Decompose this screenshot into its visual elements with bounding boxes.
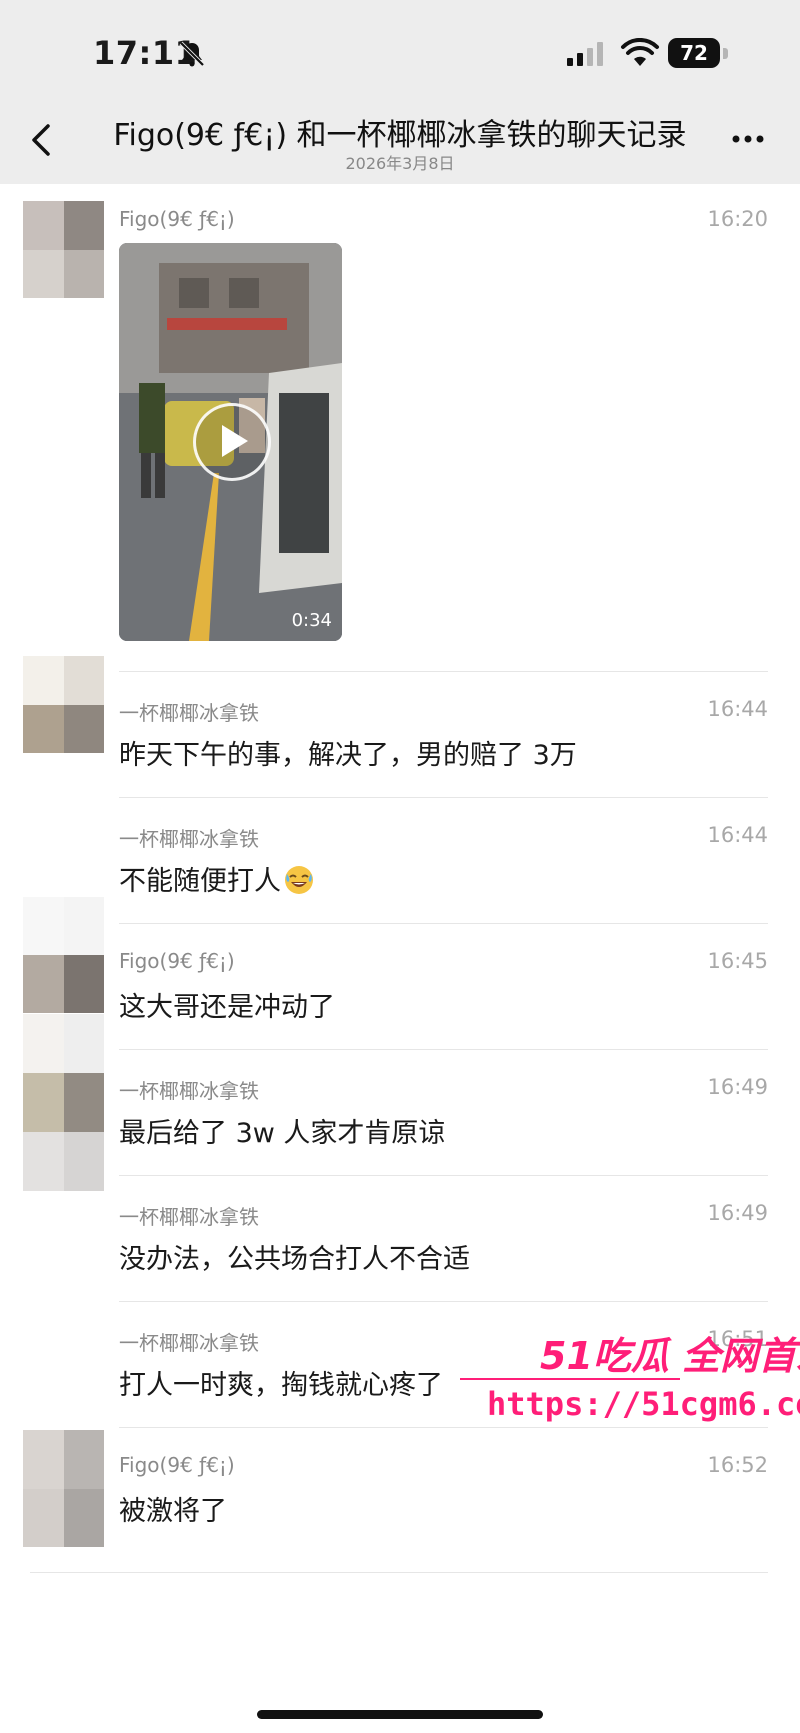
play-icon[interactable] [193, 403, 271, 481]
sender-name: Figo(9€ ƒ€¡) [119, 1453, 235, 1477]
watermark-brand: 51吃瓜 全网首发 [540, 1334, 800, 1378]
sender-name: 一杯椰椰冰拿铁 [119, 1331, 259, 1355]
avatar[interactable] [23, 656, 104, 753]
sender-name: 一杯椰椰冰拿铁 [119, 1079, 259, 1103]
message-text: 不能随便打人 [119, 859, 315, 898]
message-text: 被激将了 [119, 1496, 227, 1527]
divider [119, 1175, 768, 1176]
sender-name: 一杯椰椰冰拿铁 [119, 701, 259, 725]
video-duration: 0:34 [291, 610, 332, 631]
watermark-url: https://51cgm6.com [487, 1385, 800, 1423]
message-text: 昨天下午的事，解决了，男的赔了 3万 [119, 740, 577, 771]
avatar[interactable] [23, 1014, 104, 1191]
sender-name: Figo(9€ ƒ€¡) [119, 207, 235, 231]
battery-tip [723, 48, 728, 59]
message-text: 没办法，公共场合打人不合适 [119, 1244, 470, 1275]
message-text-content: 不能随便打人 [119, 866, 281, 897]
divider [119, 923, 768, 924]
page-date: 2026年3月8日 [345, 154, 455, 173]
chat-header: Figo(9€ ƒ€¡) 和一杯椰椰冰拿铁的聊天记录 2026年3月8日 [0, 100, 800, 184]
avatar[interactable] [23, 1430, 104, 1547]
divider [119, 1301, 768, 1302]
wifi-icon [621, 38, 659, 66]
page-title: Figo(9€ ƒ€¡) 和一杯椰椰冰拿铁的聊天记录 [113, 118, 687, 153]
message-time: 16:49 [707, 1201, 768, 1225]
video-message[interactable]: 0:34 [119, 243, 342, 641]
avatar[interactable] [23, 897, 104, 1013]
watermark-line [460, 1378, 680, 1380]
home-indicator[interactable] [257, 1710, 543, 1719]
divider [119, 1427, 768, 1428]
chevron-left-icon[interactable] [26, 118, 56, 162]
message-text: 打人一时爽，掏钱就心疼了 [119, 1370, 443, 1401]
message-text: 这大哥还是冲动了 [119, 992, 335, 1023]
bell-slash-icon [179, 41, 205, 67]
divider [119, 797, 768, 798]
battery-indicator: 72 [668, 38, 730, 70]
message-time: 16:20 [707, 207, 768, 231]
sender-name: 一杯椰椰冰拿铁 [119, 827, 259, 851]
sender-name: Figo(9€ ƒ€¡) [119, 949, 235, 973]
status-bar: 17:11 72 [0, 0, 800, 100]
divider [30, 1572, 768, 1573]
message-time: 16:49 [707, 1075, 768, 1099]
message-time: 16:45 [707, 949, 768, 973]
message-time: 16:52 [707, 1453, 768, 1477]
battery-level: 72 [668, 38, 720, 68]
avatar[interactable] [23, 201, 104, 298]
signal-icon [567, 42, 603, 66]
sender-name: 一杯椰椰冰拿铁 [119, 1205, 259, 1229]
more-icon[interactable] [728, 124, 768, 154]
grinning-sweat-emoji [285, 866, 313, 894]
message-text: 最后给了 3w 人家才肯原谅 [119, 1118, 446, 1149]
message-time: 16:44 [707, 697, 768, 721]
message-time: 16:44 [707, 823, 768, 847]
divider [119, 1049, 768, 1050]
divider [119, 671, 768, 672]
